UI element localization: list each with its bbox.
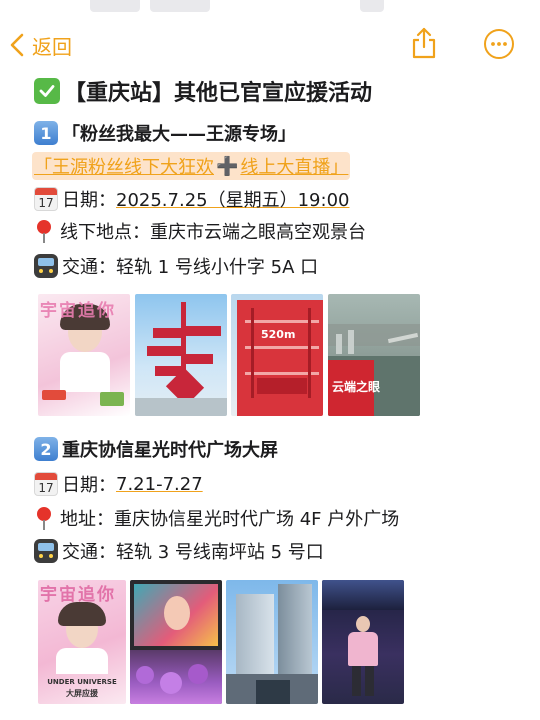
section2-address-row: 地址： 重庆协信星光时代广场 4F 户外广场 — [34, 503, 399, 533]
calendar-icon: 17 — [34, 472, 58, 496]
transit-value: 轻轨 1 号线小什字 5A 口 — [116, 257, 319, 278]
location-label: 线下地点： — [60, 222, 150, 243]
section2-photo-building[interactable] — [226, 580, 318, 704]
transit-label: 交通： — [62, 542, 116, 563]
metro-train-icon — [34, 254, 58, 278]
section1-heading: 1 「粉丝我最大——王源专场」 — [34, 118, 296, 148]
keycap-two-icon: 2 — [34, 437, 58, 461]
date-value[interactable]: 7.21-7.27 — [116, 474, 203, 495]
note-title: 【重庆站】其他已官宣应援活动 — [34, 74, 372, 108]
transit-value: 轻轨 3 号线南坪站 5 号口 — [116, 542, 324, 563]
title-text: 【重庆站】其他已官宣应援活动 — [64, 81, 373, 106]
back-label: 返回 — [32, 34, 72, 59]
chevron-left-icon — [10, 33, 24, 57]
section1-transit-row: 交通： 轻轨 1 号线小什字 5A 口 — [34, 251, 318, 281]
location-value: 重庆市云端之眼高空观景台 — [150, 222, 366, 243]
section2-photo-performer[interactable] — [322, 580, 404, 704]
highlight-part2: 线上大直播」 — [240, 157, 349, 178]
section2-transit-row: 交通： 轻轨 3 号线南坪站 5 号口 — [34, 536, 324, 566]
metro-train-icon — [34, 539, 58, 563]
share-button[interactable] — [407, 26, 441, 60]
section2-heading: 2 重庆协信星光时代广场大屏 — [34, 434, 278, 464]
section2-heading-text: 重庆协信星光时代广场大屏 — [62, 440, 278, 461]
more-icon — [484, 29, 514, 59]
section1-location-row: 线下地点： 重庆市云端之眼高空观景台 — [34, 216, 366, 246]
highlight-part1: 「王源粉丝线下大狂欢 — [34, 157, 214, 178]
section1-photo-poster[interactable]: 宇宙追你 — [38, 294, 130, 416]
check-mark-icon — [34, 78, 60, 104]
section1-highlight-link[interactable]: 「王源粉丝线下大狂欢 ➕ 线上大直播」 — [32, 151, 351, 181]
plus-icon: ➕ — [216, 155, 239, 177]
calendar-icon: 17 — [34, 187, 58, 211]
section1-heading-text: 「粉丝我最大——王源专场」 — [62, 124, 296, 145]
date-label: 日期： — [62, 475, 116, 496]
address-label: 地址： — [60, 509, 114, 530]
date-value[interactable]: 2025.7.25（星期五）19:00 — [116, 186, 349, 212]
map-pin-icon — [34, 219, 54, 243]
navigation-bar: 返回 — [0, 24, 540, 66]
section1-date-row: 17 日期： 2025.7.25（星期五）19:00 — [34, 184, 349, 214]
previous-content-strip — [0, 0, 540, 16]
section1-photo-tower[interactable]: 520m — [231, 294, 323, 416]
back-button[interactable]: 返回 — [10, 28, 72, 62]
section1-photo-city-view[interactable]: 云端之眼 — [328, 294, 420, 416]
date-label: 日期： — [62, 190, 116, 211]
map-pin-icon — [34, 506, 54, 530]
keycap-one-icon: 1 — [34, 121, 58, 145]
section2-photo-poster[interactable]: 宇宙追你 UNDER UNIVERSE 大屏应援 — [38, 580, 126, 704]
section2-date-row: 17 日期： 7.21-7.27 — [34, 469, 203, 499]
more-options-button[interactable] — [483, 28, 515, 60]
transit-label: 交通： — [62, 257, 116, 278]
share-icon — [412, 27, 436, 59]
section2-photo-big-screen[interactable] — [130, 580, 222, 704]
section1-photo-signpost[interactable] — [135, 294, 227, 416]
address-value: 重庆协信星光时代广场 4F 户外广场 — [114, 509, 400, 530]
